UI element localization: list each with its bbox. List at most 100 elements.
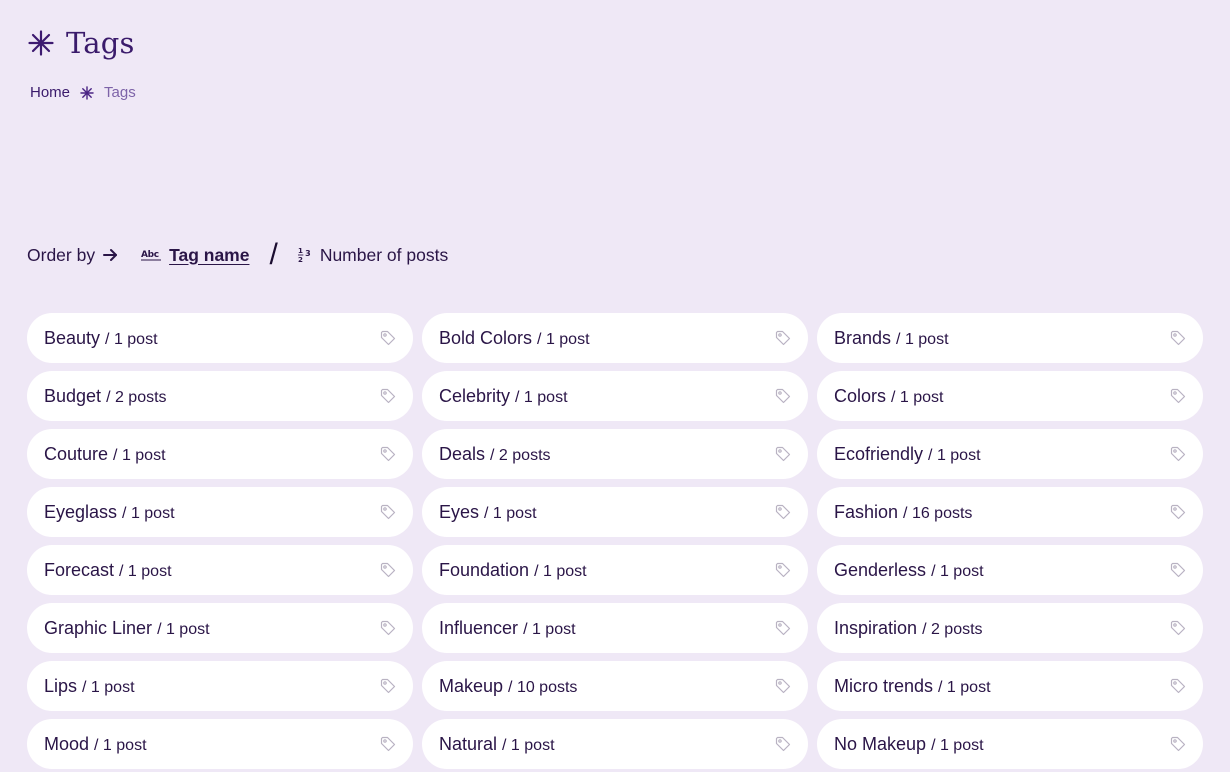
tag-name: Influencer (439, 617, 519, 638)
tag-pill[interactable]: Bold Colors/ 1 post (422, 313, 808, 363)
tag-pill[interactable]: Eyeglass/ 1 post (27, 487, 413, 537)
tag-name: Makeup (439, 675, 504, 696)
tag-grid: Beauty/ 1 post Bold Colors/ 1 post Brands /… (27, 313, 1203, 769)
tag-pill[interactable]: Graphic Liner/ 1 post (27, 603, 413, 653)
tag-text: Foundation/ 1 post (439, 560, 587, 581)
tag-pill[interactable]: Eyes/ 1 post (422, 487, 808, 537)
tag-post-count: / 2 posts (490, 446, 551, 464)
tag-pill[interactable]: Foundation/ 1 post (422, 545, 808, 595)
tag-name: Deals (439, 443, 486, 464)
arrow-right-icon (101, 246, 119, 264)
tag-icon (775, 388, 791, 404)
tag-pill[interactable]: Lips/ 1 post (27, 661, 413, 711)
tag-name: Eyes (439, 501, 480, 522)
order-by-bar: Order by Abc Tag name / 1 2 3 Number of … (27, 240, 448, 270)
tag-icon (775, 678, 791, 694)
tag-pill[interactable]: Genderless/ 1 post (817, 545, 1203, 595)
tag-pill[interactable]: Celebrity/ 1 post (422, 371, 808, 421)
tag-icon (1170, 620, 1186, 636)
tag-text: Ecofriendly/ 1 post (834, 444, 981, 465)
tag-post-count: / 1 post (523, 620, 576, 638)
tag-post-count: / 2 posts (922, 620, 983, 638)
tag-post-count: / 1 post (113, 446, 166, 464)
tag-icon (1170, 562, 1186, 578)
tag-post-count: / 1 post (122, 504, 175, 522)
tag-text: Brands/ 1 post (834, 328, 949, 349)
tag-icon (380, 504, 396, 520)
tag-name: Inspiration (834, 617, 918, 638)
tag-icon (775, 562, 791, 578)
tag-icon (775, 330, 791, 346)
tag-text: Couture/ 1 post (44, 444, 166, 465)
tag-post-count: / 1 post (938, 678, 991, 696)
tag-icon (775, 620, 791, 636)
tag-text: Forecast/ 1 post (44, 560, 172, 581)
alphabet-icon: Abc (141, 248, 163, 262)
tag-name: Beauty (44, 327, 101, 348)
breadcrumb-home-link[interactable]: Home (30, 84, 70, 101)
tag-text: Micro trends/ 1 post (834, 676, 991, 697)
tag-icon (775, 736, 791, 752)
tag-post-count: / 1 post (534, 562, 587, 580)
tag-pill[interactable]: No Makeup/ 1 post (817, 719, 1203, 769)
tag-post-count: / 1 post (119, 562, 172, 580)
sparkle-separator-icon (80, 85, 94, 100)
tag-post-count: / 1 post (502, 736, 555, 754)
tag-icon (1170, 678, 1186, 694)
tag-pill[interactable]: Deals/ 2 posts (422, 429, 808, 479)
tag-pill[interactable]: Brands/ 1 post (817, 313, 1203, 363)
tag-post-count: / 1 post (896, 330, 949, 348)
order-by-number-of-posts-button[interactable]: 1 2 3 Number of posts (297, 245, 448, 266)
tag-pill[interactable]: Influencer/ 1 post (422, 603, 808, 653)
tag-pill[interactable]: Couture/ 1 post (27, 429, 413, 479)
tag-name: Budget (44, 385, 102, 406)
tag-name: Forecast (44, 559, 115, 580)
tag-name: Fashion (834, 501, 899, 522)
tag-pill[interactable]: Micro trends/ 1 post (817, 661, 1203, 711)
tag-post-count: / 1 post (484, 504, 537, 522)
tag-pill[interactable]: Budget/ 2 posts (27, 371, 413, 421)
tag-text: Fashion/ 16 posts (834, 502, 972, 523)
tag-name: Colors (834, 385, 887, 406)
tag-post-count: / 1 post (82, 678, 135, 696)
tag-text: Colors/ 1 post (834, 386, 944, 407)
tag-pill[interactable]: Mood/ 1 post (27, 719, 413, 769)
page-title: Tags (66, 26, 135, 60)
tag-pill[interactable]: Natural/ 1 post (422, 719, 808, 769)
tag-text: Deals/ 2 posts (439, 444, 551, 465)
tag-pill[interactable]: Ecofriendly/ 1 post (817, 429, 1203, 479)
tag-icon (380, 446, 396, 462)
tag-text: No Makeup/ 1 post (834, 734, 984, 755)
tag-pill[interactable]: Forecast/ 1 post (27, 545, 413, 595)
page-header: Tags Home Tags (28, 26, 136, 101)
tag-pill[interactable]: Fashion/ 16 posts (817, 487, 1203, 537)
order-by-tag-name-button[interactable]: Abc Tag name (141, 245, 249, 266)
order-divider: / (269, 238, 278, 271)
tag-pill[interactable]: Beauty/ 1 post (27, 313, 413, 363)
tag-icon (1170, 504, 1186, 520)
tag-name: Celebrity (439, 385, 511, 406)
sparkle-icon (28, 30, 54, 56)
tag-name: Eyeglass (44, 501, 118, 522)
tag-text: Mood/ 1 post (44, 734, 147, 755)
tag-pill[interactable]: Inspiration/ 2 posts (817, 603, 1203, 653)
tag-text: Makeup/ 10 posts (439, 676, 577, 697)
tag-icon (1170, 330, 1186, 346)
tag-pill[interactable]: Makeup/ 10 posts (422, 661, 808, 711)
tag-text: Eyes/ 1 post (439, 502, 537, 523)
tag-name: Ecofriendly (834, 443, 924, 464)
svg-text:3: 3 (305, 249, 310, 258)
tag-icon (380, 388, 396, 404)
tag-name: Natural (439, 733, 498, 754)
tag-post-count: / 1 post (931, 562, 984, 580)
tag-name: No Makeup (834, 733, 927, 754)
tag-text: Beauty/ 1 post (44, 328, 158, 349)
tag-icon (380, 330, 396, 346)
tag-icon (380, 678, 396, 694)
tag-icon (1170, 446, 1186, 462)
tag-pill[interactable]: Colors/ 1 post (817, 371, 1203, 421)
tag-icon (380, 736, 396, 752)
tag-text: Celebrity/ 1 post (439, 386, 568, 407)
tag-icon (1170, 736, 1186, 752)
tag-post-count: / 1 post (537, 330, 590, 348)
